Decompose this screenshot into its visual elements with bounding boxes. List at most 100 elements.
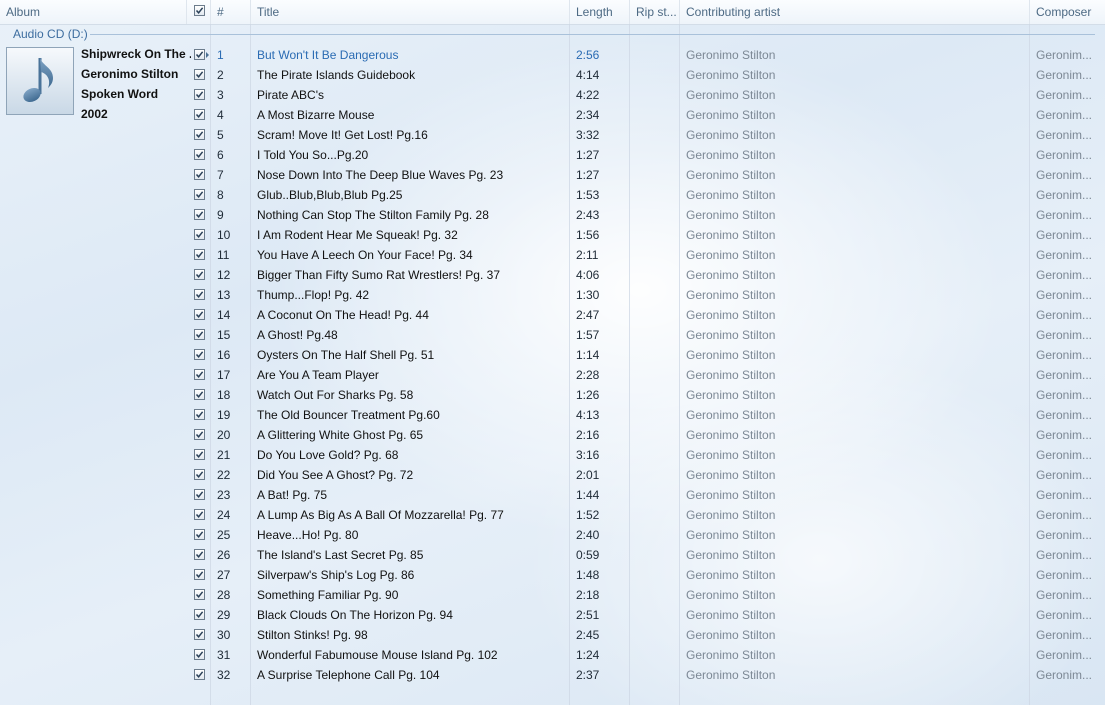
track-row[interactable]: 10 I Am Rodent Hear Me Squeak! Pg. 32 1:56… [0,225,1105,245]
track-checkbox[interactable] [194,369,205,380]
track-contributing-artist: Geronimo Stilton [686,208,776,222]
track-checkbox[interactable] [194,309,205,320]
group-header-audio-cd[interactable]: Audio CD (D:) [13,27,92,41]
track-checkbox[interactable] [194,549,205,560]
track-contributing-artist: Geronimo Stilton [686,368,776,382]
track-contributing-artist: Geronimo Stilton [686,348,776,362]
track-row[interactable]: 9 Nothing Can Stop The Stilton Family Pg.… [0,205,1105,225]
track-row[interactable]: 27 Silverpaw's Ship's Log Pg. 86 1:48 Geron… [0,565,1105,585]
column-header-length[interactable]: Length [570,0,630,24]
track-number: 5 [217,128,224,142]
checkmark-icon [195,91,204,98]
track-row[interactable]: 3 Pirate ABC's 4:22 Geronimo Stilton Geronim… [0,85,1105,105]
track-length: 4:22 [576,88,600,102]
track-composer: Geronim... [1036,188,1093,202]
track-checkbox[interactable] [194,169,205,180]
track-checkbox[interactable] [194,509,205,520]
track-row[interactable]: 7 Nose Down Into The Deep Blue Waves Pg. … [0,165,1105,185]
track-checkbox[interactable] [194,149,205,160]
track-checkbox[interactable] [194,669,205,680]
track-contributing-artist: Geronimo Stilton [686,508,776,522]
track-number: 16 [217,348,231,362]
track-length: 1:27 [576,148,600,162]
track-row[interactable]: 23 A Bat! Pg. 75 1:44 Geronimo Stilton Geron… [0,485,1105,505]
checkmark-icon [195,631,204,638]
track-row[interactable]: 1 But Won't It Be Dangerous 2:56 Geronimo S… [0,45,1105,65]
track-checkbox[interactable] [194,289,205,300]
track-title: Wonderful Fabumouse Mouse Island Pg. 102 [257,648,498,662]
checkmark-icon [195,611,204,618]
track-checkbox[interactable] [194,529,205,540]
track-checkbox[interactable] [194,609,205,620]
track-title: I Am Rodent Hear Me Squeak! Pg. 32 [257,228,458,242]
track-row[interactable]: 18 Watch Out For Sharks Pg. 58 1:26 Geronim… [0,385,1105,405]
track-row[interactable]: 6 I Told You So...Pg.20 1:27 Geronimo Stilt… [0,145,1105,165]
track-checkbox[interactable] [194,589,205,600]
track-row[interactable]: 31 Wonderful Fabumouse Mouse Island Pg. 1… [0,645,1105,665]
track-contributing-artist: Geronimo Stilton [686,668,776,682]
column-header-title[interactable]: Title [251,0,570,24]
track-row[interactable]: 2 The Pirate Islands Guidebook 4:14 Geronim… [0,65,1105,85]
track-checkbox[interactable] [194,389,205,400]
track-number: 22 [217,468,231,482]
track-row[interactable]: 12 Bigger Than Fifty Sumo Rat Wrestlers! … [0,265,1105,285]
track-row[interactable]: 25 Heave...Ho! Pg. 80 2:40 Geronimo Stilton… [0,525,1105,545]
track-number: 8 [217,188,224,202]
track-row[interactable]: 29 Black Clouds On The Horizon Pg. 94 2:51… [0,605,1105,625]
track-checkbox[interactable] [194,209,205,220]
track-checkbox[interactable] [194,129,205,140]
track-row[interactable]: 24 A Lump As Big As A Ball Of Mozzarella!… [0,505,1105,525]
track-row[interactable]: 11 You Have A Leech On Your Face! Pg. 34 2… [0,245,1105,265]
track-checkbox[interactable] [194,489,205,500]
checkmark-icon [195,371,204,378]
track-checkbox[interactable] [194,89,205,100]
track-row[interactable]: 32 A Surprise Telephone Call Pg. 104 2:37 G… [0,665,1105,685]
track-checkbox[interactable] [194,269,205,280]
track-row[interactable]: 4 A Most Bizarre Mouse 2:34 Geronimo Stilto… [0,105,1105,125]
track-checkbox[interactable] [194,109,205,120]
track-row[interactable]: 20 A Glittering White Ghost Pg. 65 2:16 Ger… [0,425,1105,445]
track-checkbox[interactable] [194,189,205,200]
track-row[interactable]: 22 Did You See A Ghost? Pg. 72 2:01 Geronim… [0,465,1105,485]
track-title: A Most Bizarre Mouse [257,108,375,122]
track-checkbox[interactable] [194,409,205,420]
track-contributing-artist: Geronimo Stilton [686,288,776,302]
track-row[interactable]: 16 Oysters On The Half Shell Pg. 51 1:14 Ge… [0,345,1105,365]
track-checkbox[interactable] [194,69,205,80]
column-header-album[interactable]: Album [0,0,187,24]
track-row[interactable]: 15 A Ghost! Pg.48 1:57 Geronimo Stilton Gero… [0,325,1105,345]
column-header-composer[interactable]: Composer [1030,0,1105,24]
track-composer: Geronim... [1036,408,1093,422]
track-composer: Geronim... [1036,548,1093,562]
column-header-contributing-artist[interactable]: Contributing artist [680,0,1030,24]
select-all-checkbox[interactable] [194,5,205,16]
column-header-rip-status[interactable]: Rip st... [630,0,680,24]
track-checkbox[interactable] [194,229,205,240]
track-checkbox[interactable] [194,429,205,440]
track-checkbox[interactable] [194,649,205,660]
track-row[interactable]: 19 The Old Bouncer Treatment Pg.60 4:13 Ger… [0,405,1105,425]
column-header-select-all[interactable] [187,0,211,24]
track-checkbox[interactable] [194,49,205,60]
track-checkbox[interactable] [194,629,205,640]
column-header-number[interactable]: # [211,0,251,24]
track-row[interactable]: 14 A Coconut On The Head! Pg. 44 2:47 Geron… [0,305,1105,325]
track-checkbox[interactable] [194,449,205,460]
track-checkbox[interactable] [194,349,205,360]
track-row[interactable]: 30 Stilton Stinks! Pg. 98 2:45 Geronimo Sti… [0,625,1105,645]
track-checkbox[interactable] [194,329,205,340]
track-contributing-artist: Geronimo Stilton [686,88,776,102]
track-number: 19 [217,408,231,422]
track-row[interactable]: 13 Thump...Flop! Pg. 42 1:30 Geronimo Stilt… [0,285,1105,305]
track-row[interactable]: 21 Do You Love Gold? Pg. 68 3:16 Geronimo S… [0,445,1105,465]
track-row[interactable]: 5 Scram! Move It! Get Lost! Pg.16 3:32 Gero… [0,125,1105,145]
track-checkbox[interactable] [194,569,205,580]
track-checkbox[interactable] [194,249,205,260]
track-row[interactable]: 28 Something Familiar Pg. 90 2:18 Geronimo … [0,585,1105,605]
track-checkbox[interactable] [194,469,205,480]
track-row[interactable]: 17 Are You A Team Player 2:28 Geronimo Stil… [0,365,1105,385]
track-row[interactable]: 26 The Island's Last Secret Pg. 85 0:59 Ger… [0,545,1105,565]
track-contributing-artist: Geronimo Stilton [686,528,776,542]
track-composer: Geronim... [1036,608,1093,622]
track-row[interactable]: 8 Glub..Blub,Blub,Blub Pg.25 1:53 Geronimo … [0,185,1105,205]
